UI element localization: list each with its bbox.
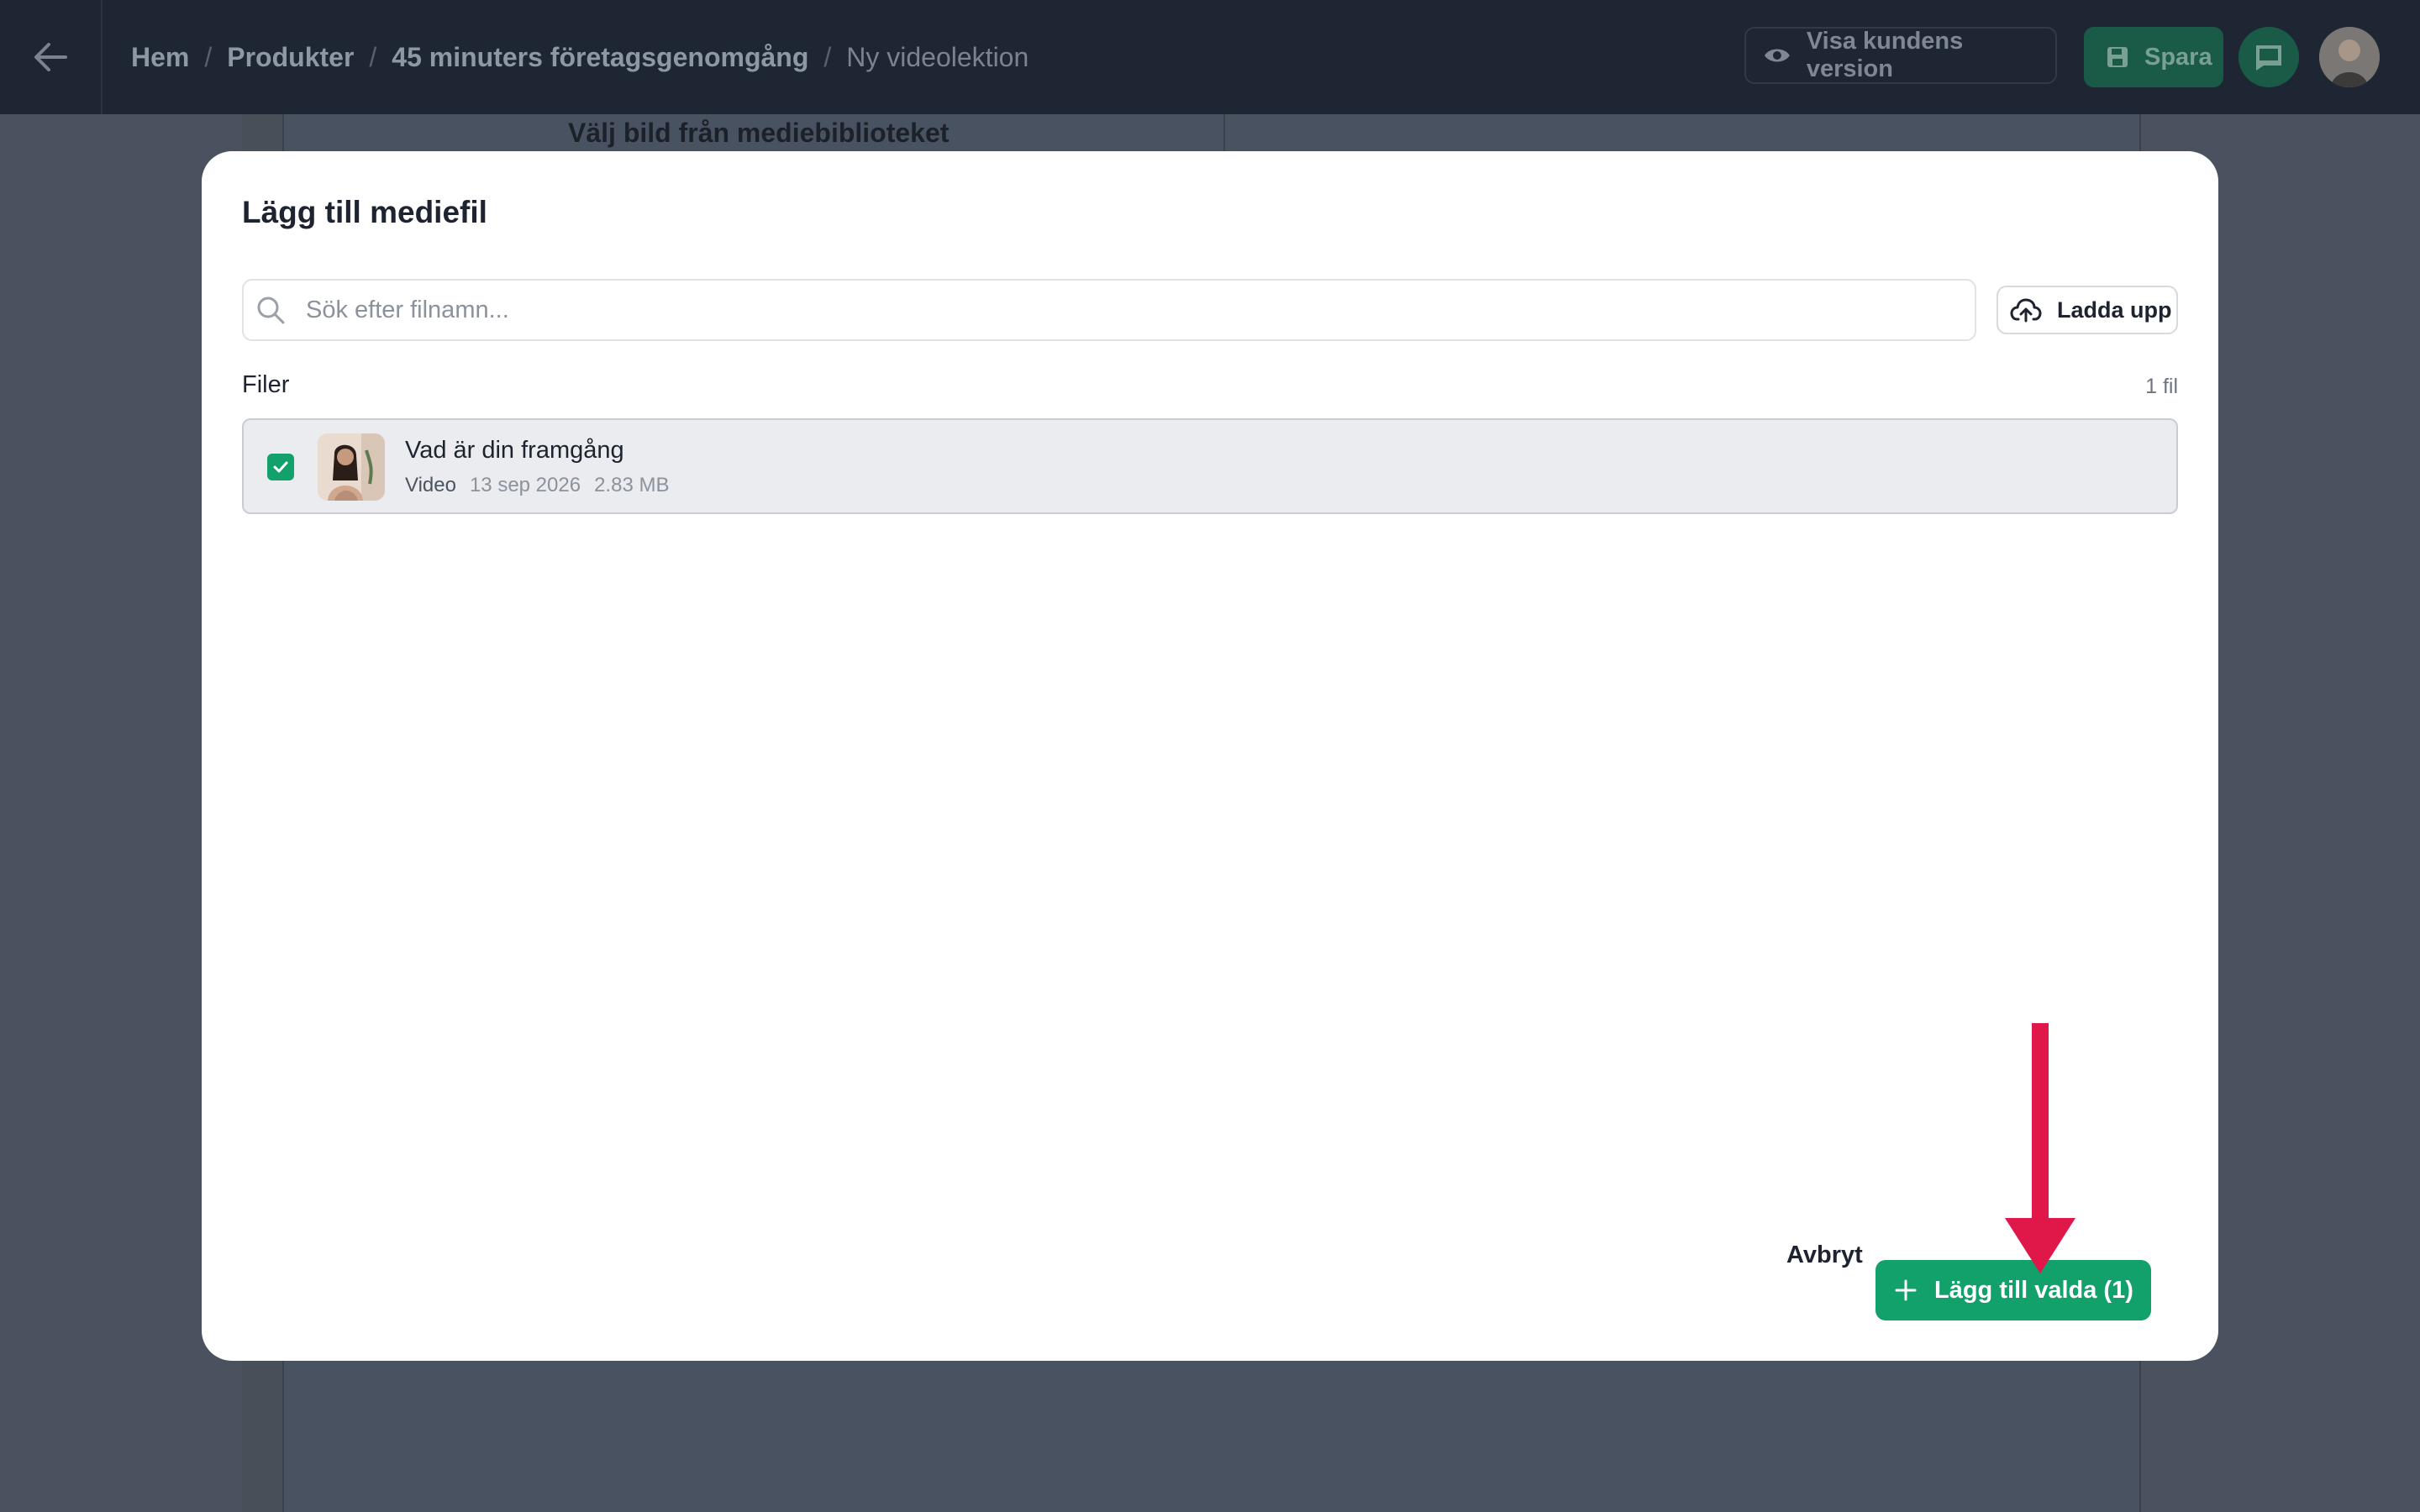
- files-heading: Filer: [242, 371, 290, 398]
- arrow-left-icon: [34, 43, 67, 71]
- search-field[interactable]: [242, 279, 1976, 341]
- breadcrumb-separator: /: [823, 41, 832, 72]
- add-media-file-dialog: Lägg till mediefil Ladda upp Filer 1 fil: [202, 151, 2218, 1361]
- add-selected-label: Lägg till valda (1): [1934, 1276, 2133, 1304]
- check-icon: [273, 461, 288, 473]
- breadcrumb-product[interactable]: 45 minuters företagsgenomgång: [392, 42, 808, 73]
- files-count: 1 fil: [2145, 375, 2178, 398]
- file-size: 2.83 MB: [594, 474, 670, 496]
- video-thumbnail: [318, 433, 385, 501]
- top-navigation-bar: Hem / Produkter / 45 minuters företagsge…: [0, 0, 2420, 114]
- breadcrumb-home[interactable]: Hem: [131, 42, 189, 73]
- upload-label: Ladda upp: [2057, 297, 2172, 323]
- user-avatar[interactable]: [2319, 27, 2380, 87]
- upload-button[interactable]: Ladda upp: [1996, 286, 2178, 334]
- save-icon: [2107, 47, 2128, 67]
- plus-icon: [1895, 1279, 1917, 1301]
- preview-label: Visa kundens version: [1806, 28, 1964, 82]
- annotation-arrow-icon: [2005, 1023, 2075, 1273]
- chat-button[interactable]: [2238, 27, 2299, 87]
- dialog-title: Lägg till mediefil: [242, 195, 487, 229]
- chat-icon: [2256, 45, 2281, 71]
- file-list-item[interactable]: Vad är din framgång Video 13 sep 2026 2.…: [242, 418, 2178, 514]
- breadcrumb-separator: /: [369, 41, 377, 72]
- breadcrumb: Hem / Produkter / 45 minuters företagsge…: [131, 42, 1028, 73]
- file-date: 13 sep 2026: [469, 474, 581, 496]
- eye-icon: [1764, 49, 1790, 62]
- file-name: Vad är din framgång: [405, 437, 624, 464]
- search-input[interactable]: [304, 295, 1904, 325]
- cloud-upload-icon: [2010, 298, 2042, 323]
- cancel-button[interactable]: Avbryt: [1786, 1242, 1863, 1269]
- file-metadata: Video 13 sep 2026 2.83 MB: [405, 474, 669, 497]
- search-icon: [255, 295, 286, 325]
- file-select-checkbox[interactable]: [267, 454, 294, 480]
- preview-customer-version-button[interactable]: Visa kundens version: [1744, 27, 2057, 84]
- media-library-title: Välj bild från mediebiblioteket: [568, 118, 950, 148]
- back-button[interactable]: [0, 0, 103, 114]
- breadcrumb-current: Ny videolektion: [846, 41, 1029, 72]
- breadcrumb-separator: /: [204, 41, 213, 72]
- save-label: Spara: [2144, 43, 2212, 71]
- save-button[interactable]: Spara: [2084, 27, 2223, 87]
- file-type: Video: [405, 474, 456, 496]
- breadcrumb-products[interactable]: Produkter: [227, 42, 354, 73]
